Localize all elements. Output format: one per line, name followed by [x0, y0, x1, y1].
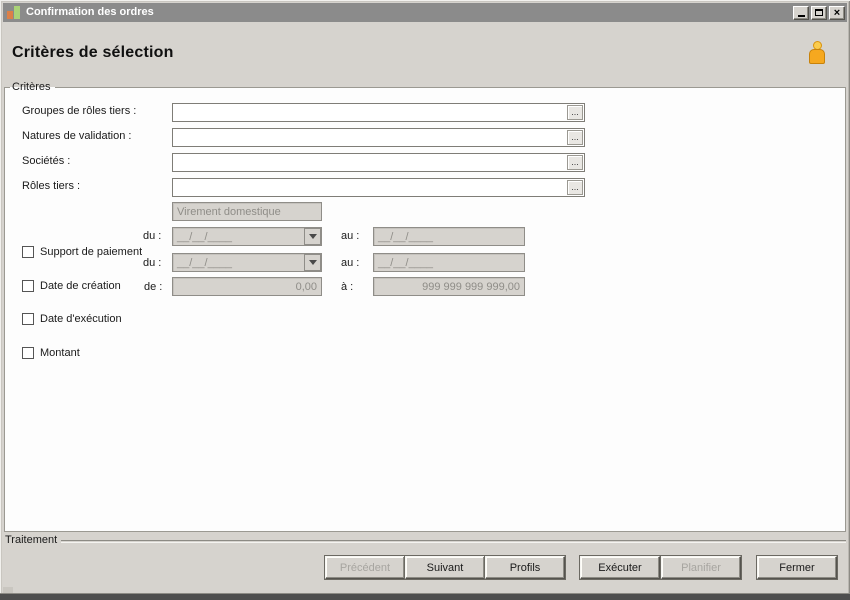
- planifier-button[interactable]: Planifier: [661, 556, 741, 579]
- app-icon[interactable]: [7, 5, 21, 20]
- natures-validation-label: Natures de validation :: [22, 130, 132, 142]
- date2-from-dropdown-button[interactable]: [304, 254, 321, 271]
- traitement-separator: [61, 540, 846, 542]
- support-paiement-label: Support de paiement: [40, 246, 143, 258]
- titlebar[interactable]: Confirmation des ordres ×: [3, 3, 847, 22]
- suivant-button[interactable]: Suivant: [405, 556, 485, 579]
- precedent-button[interactable]: Précédent: [325, 556, 405, 579]
- montant-checkbox[interactable]: [22, 347, 34, 359]
- date-execution-checkbox[interactable]: [22, 313, 34, 325]
- date2-from-mask: __/__/____: [177, 257, 233, 269]
- societes-input[interactable]: [172, 153, 585, 172]
- date1-to-field[interactable]: __/__/____: [373, 227, 525, 246]
- date1-au-label: au :: [341, 230, 360, 242]
- date1-from-dropdown-button[interactable]: [304, 228, 321, 245]
- chevron-down-icon: [308, 260, 317, 265]
- window-title: Confirmation des ordres: [26, 6, 154, 18]
- payment-nature-field[interactable]: Virement domestique: [172, 202, 322, 221]
- traitement-legend: Traitement: [5, 534, 58, 546]
- window: Confirmation des ordres × Critères de sé…: [0, 0, 850, 600]
- roles-tiers-input[interactable]: [172, 178, 585, 197]
- user-icon: [807, 41, 827, 65]
- close-icon: ×: [833, 6, 841, 19]
- profils-button[interactable]: Profils: [485, 556, 565, 579]
- groupes-roles-tiers-label: Groupes de rôles tiers :: [22, 105, 137, 117]
- minimize-icon: [797, 15, 805, 17]
- societes-browse-button[interactable]: ...: [567, 155, 583, 170]
- groupes-roles-tiers-input[interactable]: [172, 103, 585, 122]
- minimize-button[interactable]: [793, 5, 809, 20]
- maximize-icon: [815, 9, 823, 16]
- chevron-down-icon: [308, 234, 317, 239]
- amount-min-field[interactable]: 0,00: [172, 277, 322, 296]
- bottom-bar: [0, 593, 850, 600]
- date-creation-label: Date de création: [40, 280, 121, 292]
- date2-from-combo[interactable]: __/__/____: [172, 253, 322, 272]
- roles-tiers-browse-button[interactable]: ...: [567, 180, 583, 195]
- fermer-button[interactable]: Fermer: [757, 556, 837, 579]
- groupes-roles-tiers-browse-button[interactable]: ...: [567, 105, 583, 120]
- roles-tiers-label: Rôles tiers :: [22, 180, 81, 192]
- date1-from-mask: __/__/____: [177, 231, 233, 243]
- maximize-button[interactable]: [811, 5, 827, 20]
- criteria-legend: Critères: [12, 81, 51, 93]
- date2-to-field[interactable]: __/__/____: [373, 253, 525, 272]
- app-icon-green-bar: [14, 5, 20, 19]
- criteria-groupbox: Critères: [4, 81, 846, 532]
- executer-button[interactable]: Exécuter: [580, 556, 660, 579]
- date1-from-combo[interactable]: __/__/____: [172, 227, 322, 246]
- amount-de-label: de :: [144, 281, 163, 293]
- close-button[interactable]: ×: [829, 5, 845, 20]
- date2-au-label: au :: [341, 257, 360, 269]
- amount-max-field[interactable]: 999 999 999 999,00: [373, 277, 525, 296]
- page-title: Critères de sélection: [12, 44, 174, 61]
- support-paiement-checkbox[interactable]: [22, 246, 34, 258]
- amount-a-label: à :: [341, 281, 354, 293]
- natures-validation-input[interactable]: [172, 128, 585, 147]
- montant-label: Montant: [40, 347, 80, 359]
- societes-label: Sociétés :: [22, 155, 71, 167]
- app-icon-orange-bar: [7, 10, 13, 19]
- natures-validation-browse-button[interactable]: ...: [567, 130, 583, 145]
- date2-du-label: du :: [143, 257, 162, 269]
- date-execution-label: Date d'exécution: [40, 313, 122, 325]
- date1-du-label: du :: [143, 230, 162, 242]
- date-creation-checkbox[interactable]: [22, 280, 34, 292]
